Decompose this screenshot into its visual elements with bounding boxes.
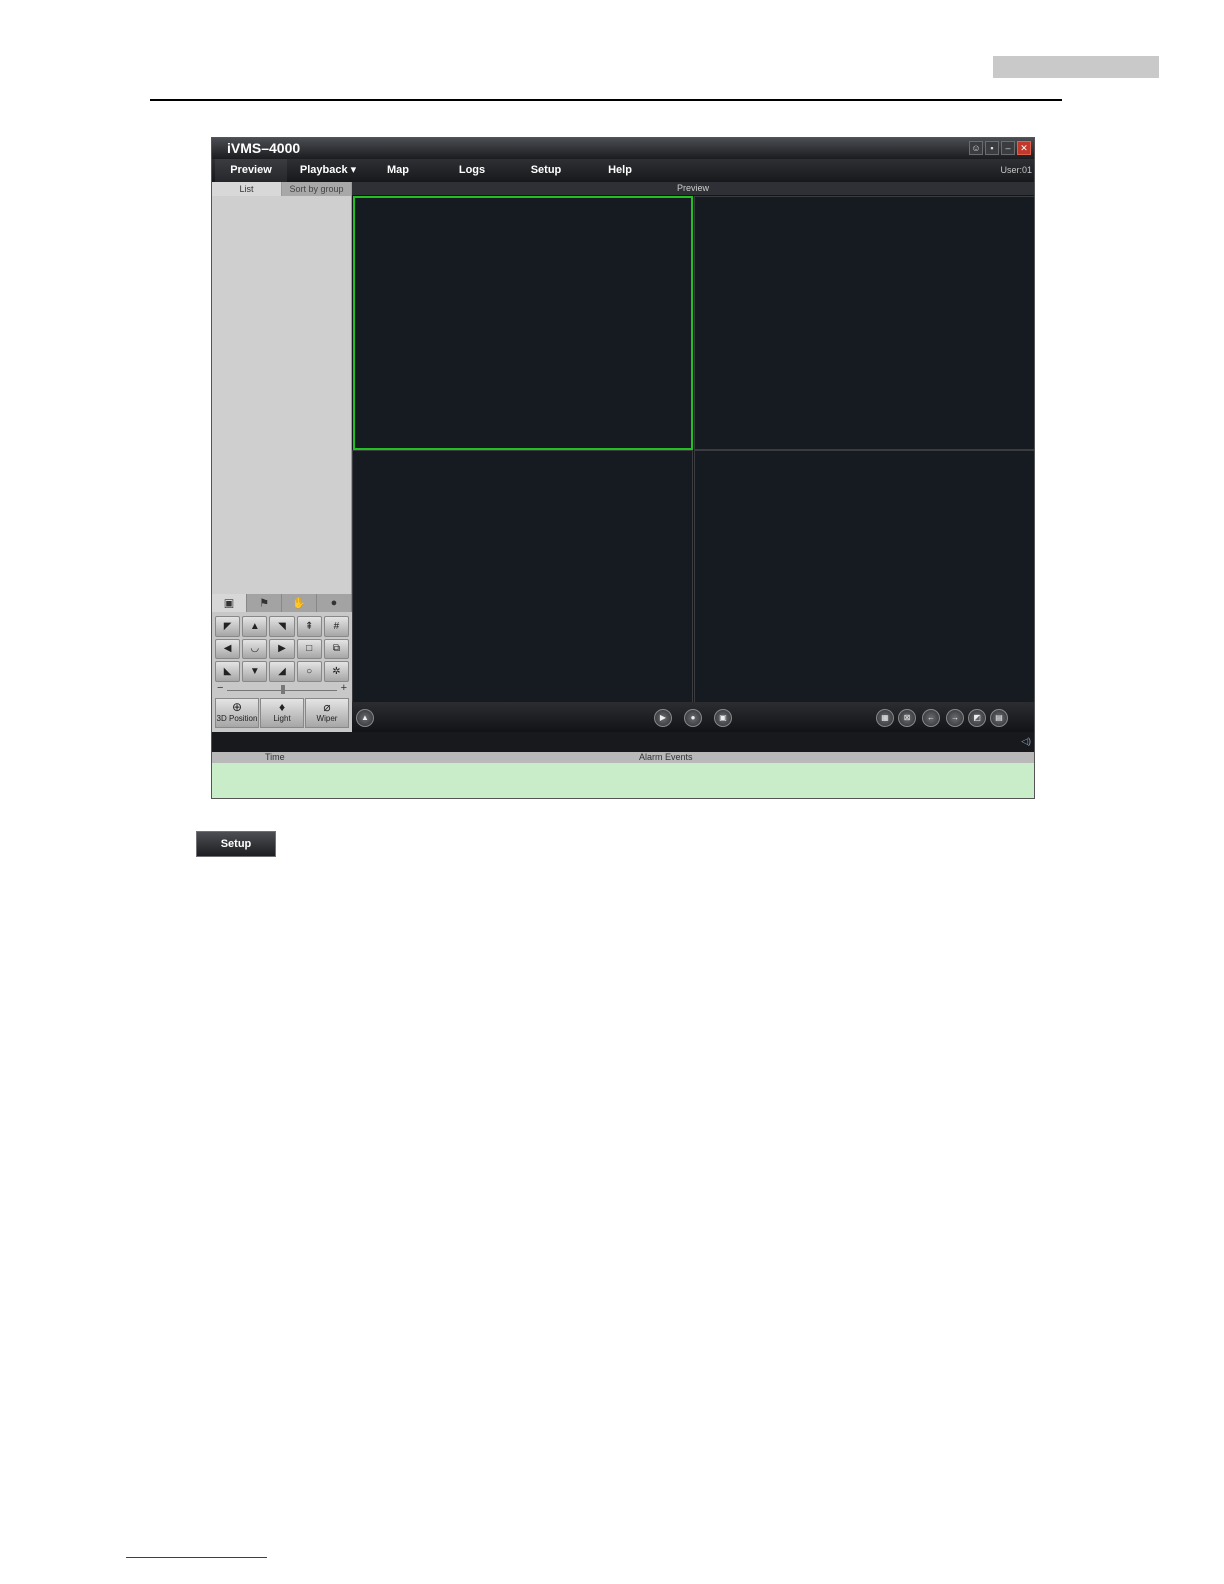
footer-link-line: [126, 1557, 267, 1558]
header-gray-bar: [993, 56, 1159, 78]
plus-icon: +: [340, 682, 347, 694]
iris-open-button[interactable]: ○: [296, 661, 322, 682]
ptz-tab-flag[interactable]: ⚑: [247, 594, 282, 612]
zoom-out-button[interactable]: □: [296, 638, 322, 660]
sound-icon[interactable]: ◁): [1021, 736, 1031, 747]
preview-area: Preview: [352, 182, 1034, 704]
play-icon[interactable]: ▶: [654, 709, 672, 727]
close-icon[interactable]: ✕: [1017, 141, 1031, 155]
pan-down-button[interactable]: ▼: [242, 661, 268, 682]
flag-icon: ⚑: [259, 597, 269, 610]
capture-all-icon[interactable]: ▤: [990, 709, 1008, 727]
menu-help[interactable]: Help: [590, 159, 650, 182]
alarm-table-header: Time Alarm Events: [212, 752, 1034, 763]
header-rule: [150, 99, 1062, 101]
wiper-label: Wiper: [316, 714, 338, 723]
menu-bar: Preview Playback ▾ Map Logs Setup Help U…: [212, 159, 1034, 182]
ptz-speed-slider[interactable]: − +: [215, 682, 349, 696]
light-icon: ♦: [278, 700, 286, 714]
camera-icon: ▣: [223, 597, 235, 610]
pan-up-button[interactable]: ▲: [242, 616, 268, 637]
ptz-direction-grid: ◤ ▲ ◥ ⇞ # ◀ ◡ ▶ □ ⧉ ◣ ▼ ◢ ○ ✲: [215, 616, 349, 682]
slider-thumb[interactable]: [281, 685, 285, 694]
ptz-tab-path[interactable]: ✋: [282, 594, 317, 612]
menu-logs[interactable]: Logs: [442, 159, 502, 182]
video-pane-3[interactable]: [352, 450, 693, 704]
pan-down-left-button[interactable]: ◣: [215, 661, 241, 682]
menu-preview[interactable]: Preview: [215, 159, 287, 182]
fullscreen-icon[interactable]: ⊠: [898, 709, 916, 727]
magnifier-icon: ⊕: [231, 700, 243, 714]
preview-header: Preview: [352, 182, 1034, 195]
status-strip: ◁): [212, 732, 1034, 752]
previous-page-icon[interactable]: ←: [922, 709, 940, 727]
collapse-icon[interactable]: ▲: [356, 709, 374, 727]
3d-position-button[interactable]: ⊕ 3D Position: [215, 698, 259, 728]
tab-sort-by-group[interactable]: Sort by group: [282, 182, 352, 196]
ptz-tabs: ▣ ⚑ ✋ ●: [212, 594, 352, 612]
setup-button[interactable]: Setup: [196, 831, 276, 857]
pan-up-right-button[interactable]: ◥: [269, 616, 295, 637]
left-tabs: List Sort by group: [212, 182, 352, 196]
wiper-button[interactable]: ⌀ Wiper: [305, 698, 349, 728]
menu-playback[interactable]: Playback ▾: [292, 159, 364, 182]
preview-control-bar: ▲ ▶ ● ▣ ▦ ⊠ ← → ◩ ▤: [352, 702, 1034, 732]
ptz-function-buttons: ⊕ 3D Position ♦ Light ⌀ Wiper: [215, 698, 349, 728]
light-button[interactable]: ♦ Light: [260, 698, 304, 728]
focus-far-button[interactable]: ⧉: [323, 638, 349, 660]
window-controls: ☺ ▪ – ✕: [969, 141, 1031, 155]
record-icon[interactable]: ●: [684, 709, 702, 727]
pan-down-right-button[interactable]: ◢: [269, 661, 295, 682]
user-label: User:01: [1000, 165, 1032, 175]
video-pane-2[interactable]: [694, 196, 1034, 450]
pan-right-button[interactable]: ▶: [269, 638, 295, 660]
device-list[interactable]: [212, 196, 352, 594]
app-window: iVMS–4000 ☺ ▪ – ✕ Preview Playback ▾ Map…: [211, 137, 1035, 799]
ptz-tab-sphere[interactable]: ●: [317, 594, 352, 612]
pan-up-left-button[interactable]: ◤: [215, 616, 241, 637]
app-title: iVMS–4000: [227, 140, 301, 156]
path-icon: ✋: [292, 597, 306, 610]
next-page-icon[interactable]: →: [946, 709, 964, 727]
video-pane-1[interactable]: [353, 196, 693, 450]
zoom-in-button[interactable]: ⇞: [296, 616, 322, 637]
snapshot-icon[interactable]: ▣: [714, 709, 732, 727]
iris-close-button[interactable]: ✲: [323, 661, 349, 682]
sphere-icon: ●: [330, 597, 338, 609]
light-label: Light: [273, 714, 291, 723]
menu-setup[interactable]: Setup: [516, 159, 576, 182]
layout-icon[interactable]: ▦: [876, 709, 894, 727]
tab-list[interactable]: List: [212, 182, 282, 196]
lock-icon[interactable]: ▪: [985, 141, 999, 155]
3d-position-label: 3D Position: [216, 714, 258, 723]
focus-near-button[interactable]: #: [323, 616, 349, 637]
menu-map[interactable]: Map: [369, 159, 427, 182]
auto-scan-button[interactable]: ◡: [242, 638, 268, 660]
wiper-icon: ⌀: [323, 700, 331, 714]
title-bar: iVMS–4000 ☺ ▪ – ✕: [212, 138, 1034, 159]
pan-left-button[interactable]: ◀: [215, 638, 241, 660]
minimize-icon[interactable]: –: [1001, 141, 1015, 155]
stop-all-icon[interactable]: ◩: [968, 709, 986, 727]
minus-icon: −: [217, 682, 224, 694]
ptz-tab-camera[interactable]: ▣: [212, 594, 247, 612]
left-panel: List Sort by group ▣ ⚑ ✋ ● ◤ ▲ ◥ ⇞ # ◀ ◡…: [212, 182, 352, 732]
user-icon[interactable]: ☺: [969, 141, 983, 155]
column-time: Time: [265, 752, 285, 762]
video-pane-4[interactable]: [694, 450, 1034, 704]
alarm-table-body[interactable]: [212, 763, 1034, 798]
column-alarm-events: Alarm Events: [639, 752, 693, 762]
